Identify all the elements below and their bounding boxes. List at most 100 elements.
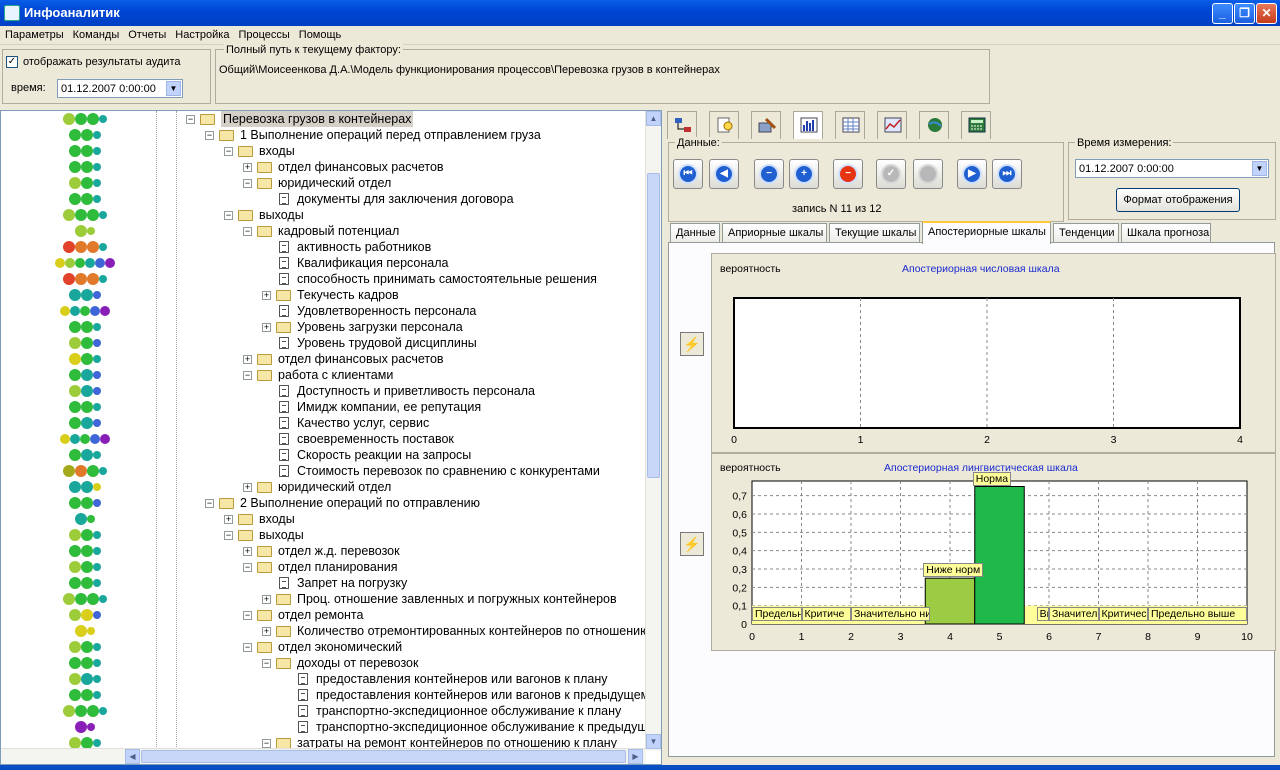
expand-icon[interactable]: + [262,627,271,636]
maximize-button[interactable]: ❐ [1234,3,1255,24]
tree-node-label[interactable]: юридический отдел [278,479,391,495]
tree-node-label[interactable]: входы [259,143,295,159]
menu-commands[interactable]: Команды [68,26,124,41]
cancel-button[interactable] [913,159,943,189]
stop-button[interactable]: − [833,159,863,189]
tree-node-label[interactable]: документы для заключения договора [297,191,514,207]
collapse-icon[interactable]: − [243,179,252,188]
collapse-icon[interactable]: − [243,563,252,572]
menu-settings[interactable]: Настройка [170,26,233,41]
chevron-down-icon[interactable]: ▼ [1252,161,1267,176]
tree-node-label[interactable]: отдел экономический [278,639,402,655]
tree-node-label[interactable]: Удовлетворенность персонала [297,303,476,319]
close-button[interactable]: ✕ [1256,3,1277,24]
tree-node-label[interactable]: Имидж компании, ее репутация [297,399,481,415]
tree-node-label[interactable]: предоставления контейнеров или вагонов к… [316,671,608,687]
tree-horizontal-scrollbar[interactable]: ◀ ▶ [1,748,646,764]
tree-node-label[interactable]: выходы [259,207,304,223]
first-record-button[interactable]: ⏮ [673,159,703,189]
tree-node-label[interactable]: входы [259,511,295,527]
tree-node-label[interactable]: Квалификация персонала [297,255,448,271]
expand-icon[interactable]: + [243,355,252,364]
chevron-down-icon[interactable]: ▼ [166,81,181,96]
tab-2[interactable]: Априорные шкалы [722,223,827,243]
table-view-button[interactable] [835,111,865,139]
tree-node-label[interactable]: Стоимость перевозок по сравнению с конку… [297,463,600,479]
format-display-button[interactable]: Формат отображения [1116,188,1240,212]
tree-node-label[interactable]: Уровень загрузки персонала [297,319,463,335]
tree-node-label[interactable]: отдел финансовых расчетов [278,351,444,367]
tab-3[interactable]: Текущие шкалы [829,223,920,243]
collapse-icon[interactable]: − [262,659,271,668]
collapse-icon[interactable]: − [243,611,252,620]
tree-node-label[interactable]: транспортно-экспедиционное обслуживание … [316,703,621,719]
tree-node-label[interactable]: Запрет на погрузку [297,575,407,591]
menu-processes[interactable]: Процессы [233,26,293,41]
tree-node-label[interactable]: активность работников [297,239,431,255]
recalculate-numeric-button[interactable]: ⚡ [680,332,704,356]
menu-reports[interactable]: Отчеты [123,26,170,41]
confirm-button[interactable]: ✓ [876,159,906,189]
tree-node-label[interactable]: способность принимать самостоятельные ре… [297,271,597,287]
last-record-button[interactable]: ⏭ [992,159,1022,189]
collapse-icon[interactable]: − [262,739,271,748]
tree-vertical-scrollbar[interactable]: ▲ ▼ [645,111,661,751]
audit-checkbox[interactable]: ✓ [6,56,18,68]
scroll-right-icon[interactable]: ▶ [628,749,643,764]
tree-node-label[interactable]: Качество услуг, сервис [297,415,429,431]
tree-node-label[interactable]: Уровень трудовой дисциплины [297,335,477,351]
expand-icon[interactable]: + [243,163,252,172]
tree-node-label[interactable]: транспортно-экспедиционное обслуживание … [316,719,646,735]
tree-node-label[interactable]: доходы от перевозок [297,655,418,671]
collapse-icon[interactable]: − [224,211,233,220]
expand-icon[interactable]: + [243,547,252,556]
tree-node-label[interactable]: работа с клиентами [278,367,393,383]
tree-node-label[interactable]: своевременность поставок [297,431,454,447]
tree-node-label[interactable]: кадровый потенциал [278,223,399,239]
tree-node-label[interactable]: Перевозка грузов в контейнерах [221,111,414,127]
tree-node-label[interactable]: отдел финансовых расчетов [278,159,444,175]
collapse-icon[interactable]: − [224,531,233,540]
add-row-button[interactable]: + [789,159,819,189]
collapse-icon[interactable]: − [243,227,252,236]
collapse-icon[interactable]: − [224,147,233,156]
edit-view-button[interactable] [751,111,781,139]
minimize-button[interactable]: _ [1212,3,1233,24]
collapse-icon[interactable]: − [243,371,252,380]
bar-chart-view-button[interactable] [793,111,823,139]
tree-node-label[interactable]: Текучесть кадров [297,287,399,303]
collapse-icon[interactable]: − [205,131,214,140]
tree-node-label[interactable]: отдел планирования [278,559,398,575]
delete-row-button[interactable]: − [754,159,784,189]
collapse-icon[interactable]: − [205,499,214,508]
tree-node-label[interactable]: юридический отдел [278,175,391,191]
menu-help[interactable]: Помощь [294,26,346,41]
tab-1[interactable]: Данные [670,223,720,243]
tree-hscroll-thumb[interactable] [141,750,626,763]
expand-icon[interactable]: + [243,483,252,492]
scroll-down-icon[interactable]: ▼ [646,734,661,749]
collapse-icon[interactable]: − [243,643,252,652]
next-record-button[interactable]: ▶ [957,159,987,189]
recalculate-linguistic-button[interactable]: ⚡ [680,532,704,556]
tree-node-label[interactable]: Доступность и приветливость персонала [297,383,535,399]
tree-node-label[interactable]: выходы [259,527,304,543]
tree-vscroll-thumb[interactable] [647,173,660,478]
collapse-icon[interactable]: − [186,115,195,124]
calculator-view-button[interactable] [961,111,991,139]
scroll-up-icon[interactable]: ▲ [646,111,661,126]
scroll-left-icon[interactable]: ◀ [125,749,140,764]
audit-time-select[interactable]: 01.12.2007 0:00:00 ▼ [57,79,183,98]
factor-tree[interactable]: − Перевозка грузов в контейнерах −1 Выполн… [1,111,646,751]
tab-4[interactable]: Апостериорные шкалы [922,221,1051,244]
tree-node-label[interactable]: Скорость реакции на запросы [297,447,471,463]
tree-node-label[interactable]: предоставления контейнеров или вагонов к… [316,687,646,703]
globe-view-button[interactable] [919,111,949,139]
expand-icon[interactable]: + [262,291,271,300]
tree-node-label[interactable]: отдел ремонта [278,607,363,623]
expand-icon[interactable]: + [262,323,271,332]
line-chart-view-button[interactable] [877,111,907,139]
tab-6[interactable]: Шкала прогноза [1121,223,1211,243]
tree-node-label[interactable]: 2 Выполнение операций по отправлению [240,495,480,511]
menu-parameters[interactable]: Параметры [0,26,68,41]
